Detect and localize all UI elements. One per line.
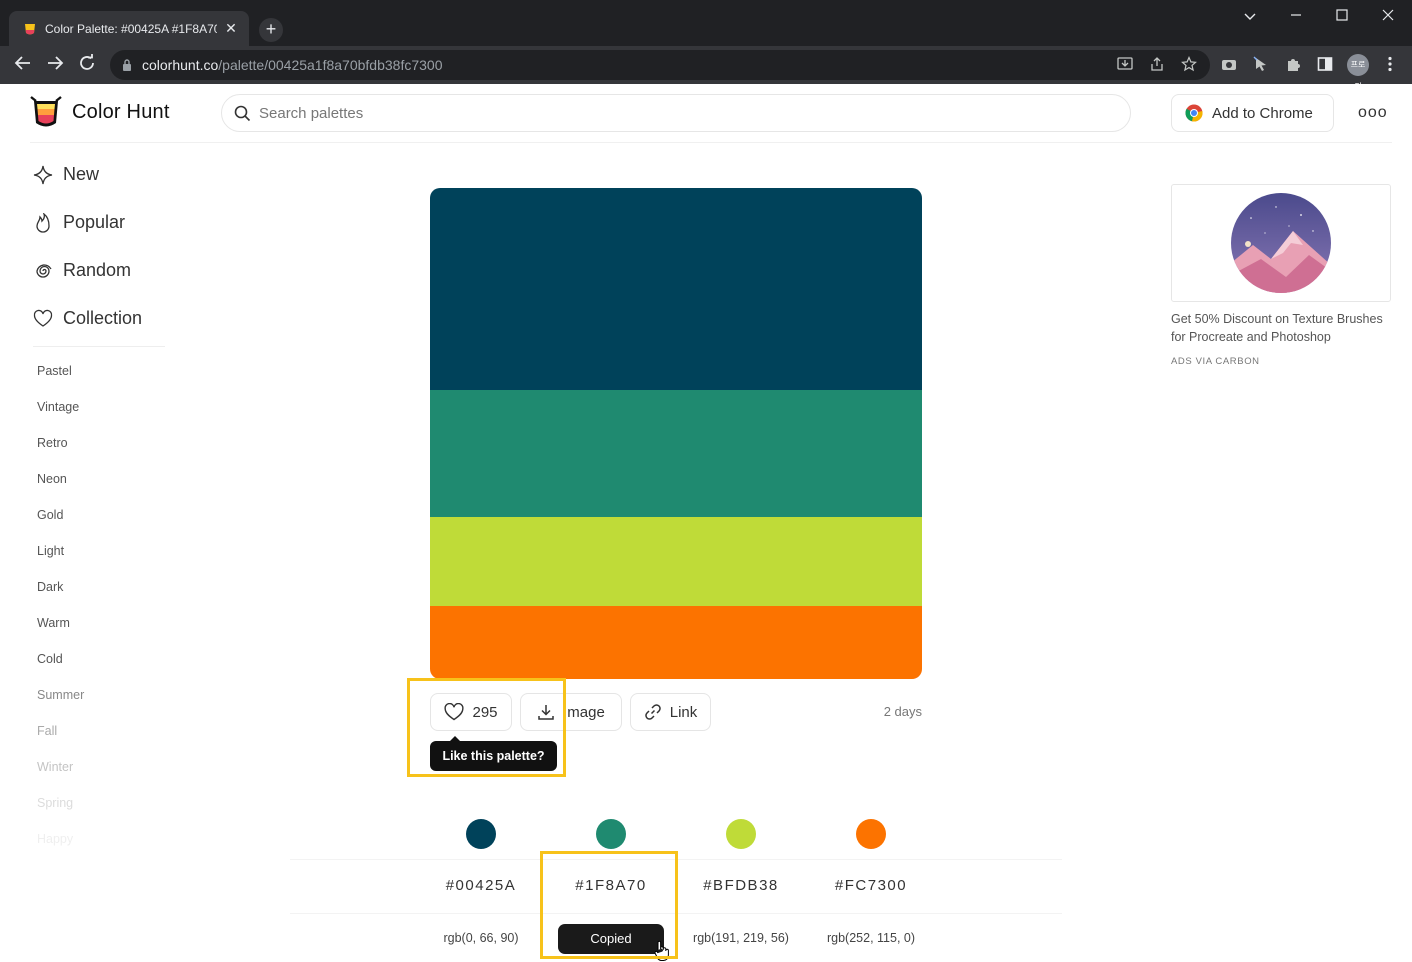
ad-image-container[interactable] — [1171, 184, 1391, 302]
sidebar-item-label: New — [63, 164, 100, 184]
palette-swatch-3[interactable] — [430, 517, 922, 606]
color-hunt-logo[interactable]: Color Hunt — [30, 95, 170, 129]
camera-extension-icon[interactable] — [1220, 56, 1238, 74]
add-to-chrome-label: Add to Chrome — [1212, 104, 1313, 122]
install-app-icon[interactable] — [1116, 56, 1134, 74]
chrome-menu-icon[interactable] — [1381, 56, 1399, 74]
extensions-puzzle-icon[interactable] — [1284, 56, 1302, 74]
sidebar-tag-light[interactable]: Light — [37, 544, 64, 558]
add-to-chrome-button[interactable]: Add to Chrome — [1171, 94, 1334, 132]
sidebar-tag-warm[interactable]: Warm — [37, 616, 70, 630]
url-text: colorhunt.co/palette/00425a1f8a70bfdb38f… — [142, 57, 443, 73]
side-panel-icon[interactable] — [1316, 56, 1334, 74]
image-label: Image — [563, 703, 605, 721]
mountain-illustration-icon — [1231, 193, 1331, 293]
sidebar-item-label: Popular — [63, 212, 126, 232]
rgb-code-1[interactable]: rgb(0, 66, 90) — [416, 931, 546, 945]
search-input[interactable] — [259, 104, 1059, 122]
heart-icon — [33, 309, 53, 327]
sidebar-tag-pastel[interactable]: Pastel — [37, 364, 72, 378]
color-hunt-favicon-icon — [25, 23, 35, 34]
browser-toolbar: colorhunt.co/palette/00425a1f8a70bfdb38f… — [0, 46, 1412, 91]
address-bar[interactable]: colorhunt.co/palette/00425a1f8a70bfdb38f… — [110, 50, 1210, 80]
window-close-icon[interactable] — [1378, 6, 1398, 26]
ad-image[interactable] — [1231, 193, 1331, 293]
rgb-code-4[interactable]: rgb(252, 115, 0) — [806, 931, 936, 945]
spiral-icon — [36, 263, 52, 278]
link-icon — [644, 704, 661, 720]
palette-swatch-1[interactable] — [430, 188, 922, 390]
hex-code-4[interactable]: #FC7300 — [806, 877, 936, 894]
color-dot-4[interactable] — [856, 819, 886, 849]
hex-code-3[interactable]: #BFDB38 — [676, 877, 806, 894]
url-host: colorhunt.co — [142, 57, 219, 73]
browser-tab[interactable]: Color Palette: #00425A #1F8A70 #BFDB38 #… — [9, 11, 249, 46]
ad-text[interactable]: Get 50% Discount on Texture Brushes for … — [1171, 310, 1396, 346]
link-label: Link — [669, 703, 698, 721]
header-divider — [30, 142, 1392, 143]
tab-title: Color Palette: #00425A #1F8A70 #BFDB38 #… — [45, 21, 217, 36]
color-hunt-logo-icon — [30, 96, 62, 127]
palette-card[interactable] — [430, 188, 922, 679]
forward-arrow-icon[interactable] — [44, 54, 66, 76]
browser-tab-strip: Color Palette: #00425A #1F8A70 #BFDB38 #… — [0, 0, 1412, 46]
highlight-box-copied — [540, 851, 678, 959]
sidebar-item-new[interactable]: New — [33, 164, 99, 185]
sidebar-item-popular[interactable]: Popular — [33, 212, 125, 233]
sidebar-tag-vintage[interactable]: Vintage — [37, 400, 79, 414]
back-arrow-icon[interactable] — [12, 54, 34, 76]
url-path: /palette/00425a1f8a70bfdb38fc7300 — [218, 57, 443, 73]
logo-text: Color Hunt — [72, 100, 170, 123]
cursor-extension-icon[interactable] — [1252, 56, 1270, 74]
tab-close-icon[interactable]: ✕ — [223, 20, 239, 37]
sidebar-tag-dark[interactable]: Dark — [37, 580, 63, 594]
highlight-box-like — [407, 678, 566, 777]
copy-link-button[interactable]: Link — [630, 693, 711, 731]
color-dot-3[interactable] — [726, 819, 756, 849]
new-tab-button[interactable]: + — [259, 18, 283, 42]
share-icon[interactable] — [1148, 56, 1166, 74]
chrome-logo-icon — [1185, 104, 1203, 122]
sidebar-item-collection[interactable]: Collection — [33, 308, 142, 329]
profile-avatar[interactable]: 프로필 — [1347, 54, 1369, 91]
maximize-icon[interactable] — [1332, 6, 1352, 26]
color-dot-1[interactable] — [466, 819, 496, 849]
rgb-code-3[interactable]: rgb(191, 219, 56) — [676, 931, 806, 945]
flame-icon — [36, 212, 50, 233]
sidebar-tag-summer[interactable]: Summer — [37, 688, 84, 702]
sidebar-tag-happy[interactable]: Happy — [37, 832, 73, 846]
sidebar-item-random[interactable]: Random — [33, 260, 131, 281]
reload-icon[interactable] — [76, 54, 98, 76]
sidebar-tag-spring[interactable]: Spring — [37, 796, 73, 810]
palette-swatch-4[interactable] — [430, 606, 922, 679]
ad-via-carbon[interactable]: ADS VIA CARBON — [1171, 356, 1260, 367]
sidebar-tag-fall[interactable]: Fall — [37, 724, 57, 738]
more-menu-button[interactable]: ooo — [1358, 104, 1388, 122]
sidebar-tag-gold[interactable]: Gold — [37, 508, 63, 522]
minimize-icon[interactable] — [1286, 6, 1306, 26]
palette-age: 2 days — [883, 704, 922, 719]
sidebar-tag-winter[interactable]: Winter — [37, 760, 73, 774]
search-bar[interactable] — [221, 94, 1131, 132]
sidebar-tag-neon[interactable]: Neon — [37, 472, 67, 486]
hex-code-1[interactable]: #00425A — [416, 877, 546, 894]
sparkle-icon — [33, 165, 53, 184]
sidebar-tag-cold[interactable]: Cold — [37, 652, 63, 666]
sidebar-divider — [33, 346, 165, 347]
search-icon — [234, 105, 251, 121]
sidebar-tag-retro[interactable]: Retro — [37, 436, 68, 450]
color-dot-2[interactable] — [596, 819, 626, 849]
bookmark-star-icon[interactable] — [1180, 55, 1198, 74]
sidebar-item-label: Random — [63, 260, 132, 280]
palette-swatch-2[interactable] — [430, 390, 922, 517]
lock-icon — [123, 59, 131, 71]
tab-search-icon[interactable] — [1240, 6, 1260, 26]
sidebar-item-label: Collection — [63, 308, 143, 328]
